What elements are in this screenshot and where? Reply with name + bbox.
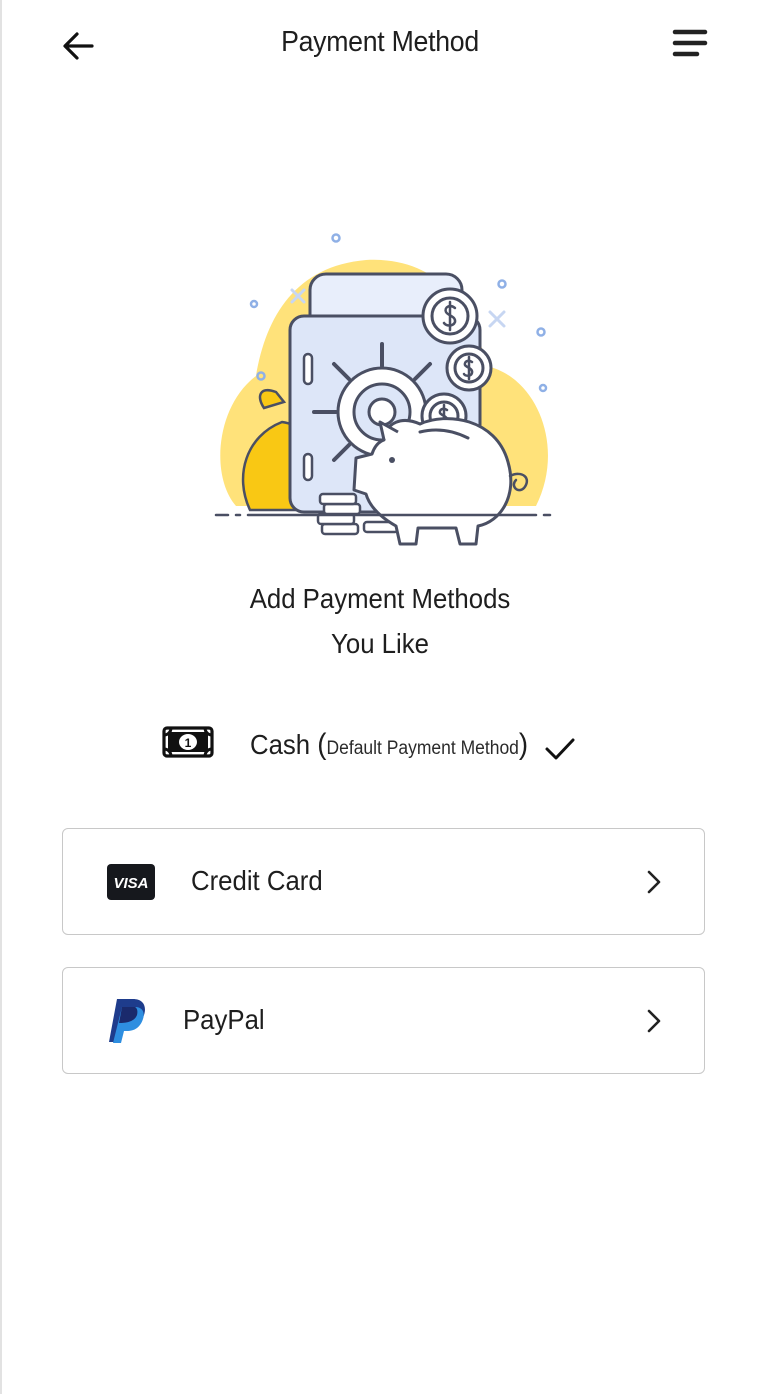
headline-line-2: You Like — [331, 628, 429, 659]
visa-card-icon: VISA — [107, 829, 155, 934]
menu-button[interactable] — [664, 20, 716, 68]
page-title: Payment Method — [281, 26, 479, 58]
checkmark-icon — [545, 738, 575, 760]
paypal-option[interactable]: PayPal — [62, 967, 705, 1074]
left-border — [0, 0, 2, 1394]
headline-line-1: Add Payment Methods — [249, 583, 511, 614]
hamburger-menu-icon — [672, 29, 708, 57]
banknote-icon: 1 — [162, 726, 214, 758]
cash-label-group: Cash (Default Payment Method) — [250, 728, 528, 762]
paypal-label: PayPal — [183, 1004, 265, 1035]
credit-card-option[interactable]: VISA Credit Card — [62, 828, 705, 935]
chevron-right-icon — [647, 1009, 661, 1033]
cash-label: Cash — [250, 729, 311, 760]
app-header: Payment Method — [0, 0, 760, 90]
open-paren: ( — [317, 728, 327, 761]
safe-piggy-bank-illustration — [206, 226, 562, 550]
cash-option[interactable]: 1 Cash (Default Payment Method) — [150, 716, 610, 780]
arrow-left-icon — [63, 32, 94, 60]
back-button[interactable] — [56, 24, 100, 68]
default-payment-note: Default Payment Method — [326, 738, 519, 759]
chevron-right-icon — [647, 870, 661, 894]
close-paren: ) — [518, 728, 529, 761]
paypal-icon — [107, 968, 147, 1073]
add-payment-headline: Add Payment Methods You Like — [196, 576, 564, 666]
credit-card-label: Credit Card — [191, 865, 323, 896]
svg-text:1: 1 — [185, 736, 192, 750]
visa-brand-text: VISA — [113, 875, 148, 892]
